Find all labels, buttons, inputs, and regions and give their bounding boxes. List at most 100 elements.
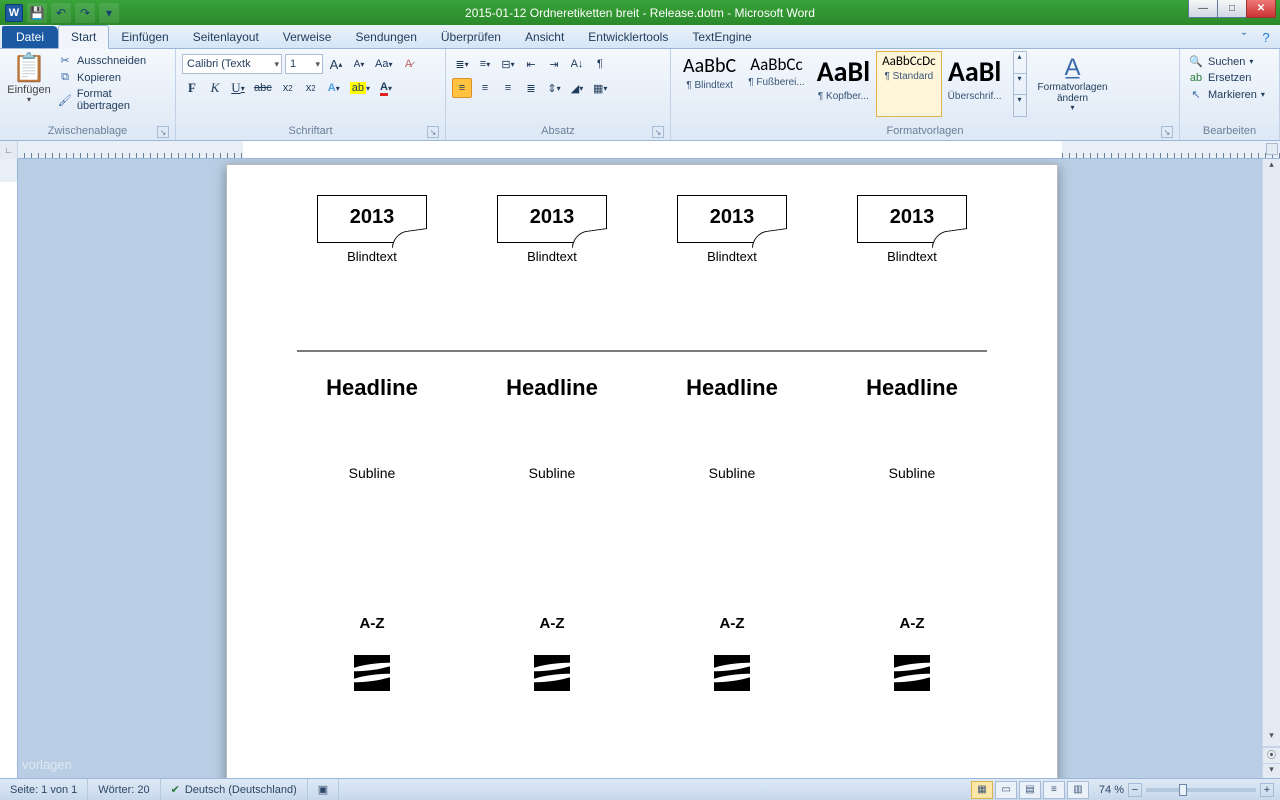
status-words[interactable]: Wörter: 20 [88,779,160,800]
highlight-button[interactable]: ab▾ [347,78,373,98]
numbering-button[interactable]: ≡▾ [475,54,495,74]
zoom-in-button[interactable]: + [1260,783,1274,797]
format-painter-button[interactable]: 🖌Format übertragen [55,87,169,113]
clear-formatting-button[interactable]: A̷ [398,54,418,74]
tab-ueberpruefen[interactable]: Überprüfen [429,26,513,48]
tab-sendungen[interactable]: Sendungen [343,26,428,48]
font-color-button[interactable]: A▾ [376,78,396,98]
paragraph-launcher-icon[interactable]: ↘ [652,126,664,138]
qat-redo-icon[interactable]: ↷ [75,3,95,23]
change-styles-button[interactable]: A̲ Formatvorlagen ändern ▾ [1034,51,1112,117]
replace-button[interactable]: abErsetzen [1186,71,1273,85]
decrease-indent-button[interactable]: ⇤ [521,54,541,74]
font-size-select[interactable]: 1 [285,54,323,74]
shading-button[interactable]: ◢▾ [567,78,587,98]
help-icon[interactable]: ? [1258,29,1274,45]
select-button[interactable]: ↖Markieren▾ [1186,87,1273,102]
qat-customize-icon[interactable]: ▾ [99,3,119,23]
horizontal-ruler[interactable]: ∟ [0,141,1280,159]
status-proofing[interactable]: ✔Deutsch (Deutschland) [161,779,308,800]
style-4[interactable]: AaBlÜberschrif... [942,51,1008,117]
font-name-select[interactable]: Calibri (Textk [182,54,282,74]
styles-scroll-up-icon[interactable]: ▴ [1014,52,1026,73]
text-effects-button[interactable]: A▾ [324,78,344,98]
vertical-ruler[interactable] [0,159,18,778]
logo-wrap-2 [657,655,807,691]
bold-button[interactable]: F [182,78,202,98]
document-area[interactable]: 2013Blindtext2013Blindtext2013Blindtext2… [18,159,1262,778]
print-layout-view-button[interactable]: ▦ [971,781,993,799]
headline-1: Headline [477,375,627,401]
fullscreen-reading-view-button[interactable]: ▭ [995,781,1017,799]
superscript-button[interactable]: x2 [301,78,321,98]
shrink-font-button[interactable]: A▾ [349,54,369,74]
tab-verweise[interactable]: Verweise [271,26,344,48]
tab-seitenlayout[interactable]: Seitenlayout [181,26,271,48]
bullets-button[interactable]: ≣▾ [452,54,472,74]
copy-button[interactable]: ⧉Kopieren [55,70,169,85]
tab-textengine[interactable]: TextEngine [680,26,763,48]
change-case-button[interactable]: Aa▾ [372,54,395,74]
outline-view-button[interactable]: ≡ [1043,781,1065,799]
align-left-button[interactable]: ≡ [452,78,472,98]
font-launcher-icon[interactable]: ↘ [427,126,439,138]
zoom-slider[interactable] [1146,788,1256,792]
az-0: A-Z [297,615,447,632]
vertical-scrollbar[interactable]: ▴ ▾ ⦿ ▾ [1262,159,1280,778]
increase-indent-button[interactable]: ⇥ [544,54,564,74]
maximize-button[interactable]: □ [1217,0,1247,18]
prev-page-icon[interactable]: ⦿ [1263,747,1280,763]
next-page-icon[interactable]: ▾ [1263,763,1280,779]
tab-selector-icon[interactable]: ∟ [0,141,18,159]
minimize-ribbon-icon[interactable]: ˇ [1236,29,1252,45]
find-button[interactable]: 🔍Suchen▾ [1186,54,1273,69]
subline-0: Subline [297,465,447,481]
status-macro[interactable]: ▣ [308,779,339,800]
clipboard-launcher-icon[interactable]: ↘ [157,126,169,138]
label-col-1: 2013Blindtext [477,195,627,264]
zoom-out-button[interactable]: − [1128,783,1142,797]
qat-undo-icon[interactable]: ↶ [51,3,71,23]
styles-scroll-down-icon[interactable]: ▾ [1014,73,1026,95]
page: 2013Blindtext2013Blindtext2013Blindtext2… [226,164,1058,778]
scroll-up-icon[interactable]: ▴ [1263,159,1280,175]
align-right-button[interactable]: ≡ [498,78,518,98]
draft-view-button[interactable]: ▥ [1067,781,1089,799]
minimize-button[interactable]: — [1188,0,1218,18]
status-page[interactable]: Seite: 1 von 1 [0,779,88,800]
align-center-button[interactable]: ≡ [475,78,495,98]
divider-line [297,350,987,352]
italic-button[interactable]: K [205,78,225,98]
cut-button[interactable]: ✂Ausschneiden [55,53,169,68]
file-tab[interactable]: Datei [2,26,58,48]
tab-einfuegen[interactable]: Einfügen [109,26,180,48]
qat-save-icon[interactable]: 💾 [27,3,47,23]
multilevel-button[interactable]: ⊟▾ [498,54,518,74]
line-spacing-button[interactable]: ⇕▾ [544,78,564,98]
justify-button[interactable]: ≣ [521,78,541,98]
tab-start[interactable]: Start [58,25,109,49]
strikethrough-button[interactable]: abc [251,78,275,98]
view-ruler-toggle-icon[interactable] [1266,143,1278,155]
styles-launcher-icon[interactable]: ↘ [1161,126,1173,138]
grow-font-button[interactable]: A▴ [326,54,346,74]
underline-button[interactable]: U▾ [228,78,248,98]
logo-wrap-0 [297,655,447,691]
tab-entwicklertools[interactable]: Entwicklertools [576,26,680,48]
paste-button[interactable]: 📋 Einfügen ▾ [6,51,52,107]
styles-more-icon[interactable]: ▾ [1014,94,1026,116]
sort-button[interactable]: A↓ [567,54,587,74]
borders-button[interactable]: ▦▾ [590,78,610,98]
web-layout-view-button[interactable]: ▤ [1019,781,1041,799]
scroll-down-icon[interactable]: ▾ [1263,730,1280,746]
tab-ansicht[interactable]: Ansicht [513,26,576,48]
subscript-button[interactable]: x2 [278,78,298,98]
style-3[interactable]: AaBbCcDc¶ Standard [876,51,942,117]
style-2[interactable]: AaBl¶ Kopfber... [811,51,876,117]
cursor-icon: ↖ [1188,88,1204,101]
close-button[interactable]: ✕ [1246,0,1276,18]
style-1[interactable]: AaBbCc¶ Fußberei... [742,51,811,117]
show-marks-button[interactable]: ¶ [590,54,610,74]
zoom-value[interactable]: 74 % [1099,784,1124,796]
style-0[interactable]: AaBbC¶ Blindtext [677,51,742,117]
